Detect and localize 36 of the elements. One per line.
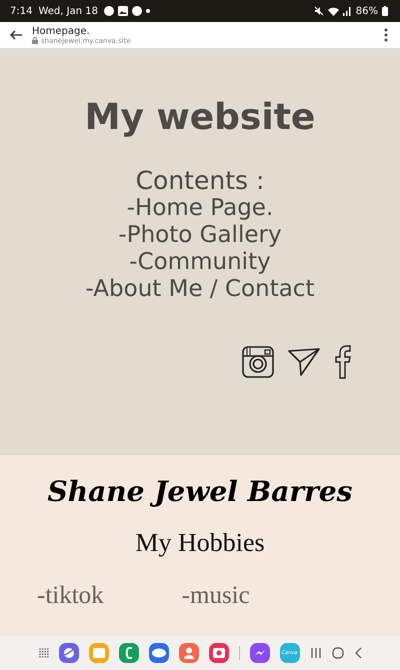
contents-link[interactable]: -Community: [129, 249, 271, 276]
home-icon[interactable]: [332, 647, 344, 659]
camera-icon[interactable]: [242, 346, 274, 378]
dot-icon: [146, 9, 150, 13]
recent-apps-icon[interactable]: [310, 647, 322, 659]
signal-icon: [342, 6, 352, 16]
messenger-app-icon[interactable]: [250, 643, 270, 663]
battery-icon: [382, 6, 388, 16]
hobbies-heading: My Hobbies: [135, 528, 265, 558]
contents-link[interactable]: -Home Page.: [126, 195, 274, 222]
contents-link[interactable]: -Photo Gallery: [118, 222, 282, 249]
hobby-text: -music: [182, 582, 250, 610]
mute-icon: [314, 6, 324, 16]
paper-plane-icon[interactable]: [288, 348, 320, 376]
back-arrow-icon[interactable]: [10, 30, 22, 40]
phone-app-icon[interactable]: [118, 643, 138, 663]
date-text: Wed, Jan 18: [38, 6, 98, 16]
more-menu-icon[interactable]: [384, 28, 388, 42]
image-icon: [118, 6, 128, 16]
hobby-text: -tiktok: [37, 582, 104, 610]
contents-link[interactable]: -About Me / Contact: [86, 276, 314, 303]
page-title: Homepage.: [32, 26, 90, 36]
back-icon[interactable]: [354, 647, 362, 659]
battery-text: 86%: [356, 6, 378, 16]
author-name: Shane Jewel Barres: [48, 475, 352, 508]
app-grid-icon[interactable]: [38, 648, 48, 658]
clock-text: 7:14: [10, 6, 32, 16]
contents-heading: Contents :: [136, 166, 264, 195]
camera-app-icon[interactable]: [208, 643, 228, 663]
facebook-icon[interactable]: [334, 345, 352, 379]
messages-app-icon[interactable]: [148, 643, 168, 663]
site-title: My website: [84, 97, 316, 138]
wifi-icon: [328, 6, 339, 16]
contacts-app-icon[interactable]: [178, 643, 198, 663]
internet-app-icon[interactable]: [58, 643, 78, 663]
lock-icon: [32, 37, 38, 44]
